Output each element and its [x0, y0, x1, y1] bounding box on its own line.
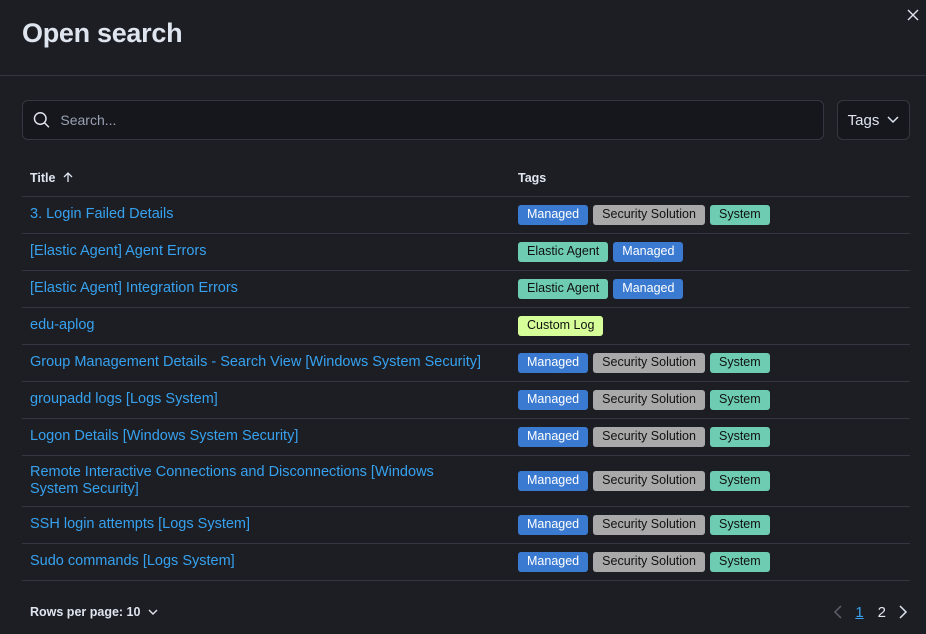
next-page-icon[interactable] — [898, 605, 908, 619]
tag-badge-security[interactable]: Security Solution — [593, 426, 705, 447]
page-2-link[interactable]: 2 — [876, 604, 888, 621]
tag-badge-security[interactable]: Security Solution — [593, 551, 705, 572]
title-cell: 3. Login Failed Details — [22, 196, 510, 234]
column-header-title[interactable]: Title — [22, 160, 510, 197]
tag-badge-security[interactable]: Security Solution — [593, 514, 705, 535]
table-row: 3. Login Failed Details Managed Security … — [22, 196, 910, 234]
column-header-tags: Tags — [510, 160, 910, 197]
rows-per-page-button[interactable]: Rows per page: 10 — [30, 605, 158, 619]
tags-filter-button[interactable]: Tags — [837, 100, 910, 140]
table-row: [Elastic Agent] Agent Errors Elastic Agen… — [22, 233, 910, 271]
table-row: SSH login attempts [Logs System] Managed … — [22, 506, 910, 544]
table-row: Remote Interactive Connections and Disco… — [22, 455, 910, 507]
title-cell: Logon Details [Windows System Security] — [22, 418, 510, 456]
table-row: Group Management Details - Search View [… — [22, 344, 910, 382]
saved-search-link[interactable]: 3. Login Failed Details — [30, 206, 173, 223]
chevron-down-icon — [887, 116, 899, 124]
title-cell: groupadd logs [Logs System] — [22, 381, 510, 419]
saved-search-link[interactable]: groupadd logs [Logs System] — [30, 391, 218, 408]
tag-badge-managed[interactable]: Managed — [613, 241, 684, 262]
page-1-link[interactable]: 1 — [853, 604, 865, 621]
tags-cell: Managed Security Solution System — [510, 418, 910, 456]
tags-cell: Custom Log — [510, 307, 910, 345]
previous-page-icon[interactable] — [833, 605, 843, 619]
tag-badge-system[interactable]: System — [710, 514, 770, 535]
saved-search-link[interactable]: Remote Interactive Connections and Disco… — [30, 464, 470, 498]
tag-badge-managed[interactable]: Managed — [518, 426, 589, 447]
table-footer: Rows per page: 10 1 2 — [30, 600, 908, 624]
close-button[interactable] — [904, 6, 922, 24]
table-row: [Elastic Agent] Integration Errors Elasti… — [22, 270, 910, 308]
tag-badge-system[interactable]: System — [710, 352, 770, 373]
tag-badge-custom[interactable]: Custom Log — [518, 315, 604, 336]
pagination: 1 2 — [833, 604, 908, 621]
tag-badge-managed[interactable]: Managed — [518, 514, 589, 535]
tag-badge-system[interactable]: System — [710, 551, 770, 572]
tags-cell: Managed Security Solution System — [510, 506, 910, 544]
table-row: Sudo commands [Logs System] Managed Secur… — [22, 543, 910, 581]
tags-cell: Managed Security Solution System — [510, 196, 910, 234]
tag-badge-security[interactable]: Security Solution — [593, 352, 705, 373]
tag-badge-elastic[interactable]: Elastic Agent — [518, 241, 609, 262]
saved-search-link[interactable]: SSH login attempts [Logs System] — [30, 516, 250, 533]
title-cell: Remote Interactive Connections and Disco… — [22, 455, 510, 507]
rows-per-page-label: Rows per page: 10 — [30, 605, 141, 619]
tag-badge-managed[interactable]: Managed — [518, 352, 589, 373]
saved-search-link[interactable]: Group Management Details - Search View [… — [30, 354, 481, 371]
tags-cell: Managed Security Solution System — [510, 344, 910, 382]
tag-badge-system[interactable]: System — [710, 204, 770, 225]
search-input[interactable] — [60, 112, 823, 128]
title-cell: edu-aplog — [22, 307, 510, 345]
table-header-row: Title Tags — [22, 160, 910, 197]
search-icon — [33, 112, 50, 128]
saved-search-table: Title Tags 3. Login Failed Details Manage… — [22, 160, 910, 581]
tag-badge-system[interactable]: System — [710, 426, 770, 447]
search-row: Tags — [22, 100, 910, 140]
table-body: 3. Login Failed Details Managed Security … — [22, 196, 910, 581]
sort-ascending-icon — [63, 171, 73, 182]
tag-badge-security[interactable]: Security Solution — [593, 470, 705, 491]
chevron-down-icon — [148, 609, 158, 615]
tags-cell: Elastic Agent Managed — [510, 233, 910, 271]
tags-cell: Managed Security Solution System — [510, 455, 910, 507]
modal-title: Open search — [22, 18, 183, 48]
saved-search-link[interactable]: [Elastic Agent] Agent Errors — [30, 243, 207, 260]
table-row: Logon Details [Windows System Security] M… — [22, 418, 910, 456]
tags-cell: Managed Security Solution System — [510, 381, 910, 419]
saved-search-link[interactable]: Logon Details [Windows System Security] — [30, 428, 298, 445]
saved-search-link[interactable]: [Elastic Agent] Integration Errors — [30, 280, 238, 297]
tag-badge-managed[interactable]: Managed — [518, 470, 589, 491]
saved-search-link[interactable]: edu-aplog — [30, 317, 95, 334]
saved-search-link[interactable]: Sudo commands [Logs System] — [30, 553, 235, 570]
table-row: groupadd logs [Logs System] Managed Secur… — [22, 381, 910, 419]
tag-badge-managed[interactable]: Managed — [518, 551, 589, 572]
tag-badge-managed[interactable]: Managed — [613, 278, 684, 299]
tag-badge-system[interactable]: System — [710, 389, 770, 410]
tag-badge-security[interactable]: Security Solution — [593, 204, 705, 225]
tag-badge-system[interactable]: System — [710, 470, 770, 491]
title-cell: SSH login attempts [Logs System] — [22, 506, 510, 544]
tag-badge-security[interactable]: Security Solution — [593, 389, 705, 410]
title-cell: [Elastic Agent] Integration Errors — [22, 270, 510, 308]
tag-badge-elastic[interactable]: Elastic Agent — [518, 278, 609, 299]
modal-header: Open search — [0, 0, 926, 76]
close-icon — [907, 9, 919, 21]
tags-cell: Elastic Agent Managed — [510, 270, 910, 308]
tags-filter-label: Tags — [847, 111, 880, 129]
tag-badge-managed[interactable]: Managed — [518, 204, 589, 225]
tags-cell: Managed Security Solution System — [510, 543, 910, 581]
search-box[interactable] — [22, 100, 824, 140]
tag-badge-managed[interactable]: Managed — [518, 389, 589, 410]
title-cell: [Elastic Agent] Agent Errors — [22, 233, 510, 271]
table-row: edu-aplog Custom Log — [22, 307, 910, 345]
title-cell: Group Management Details - Search View [… — [22, 344, 510, 382]
title-cell: Sudo commands [Logs System] — [22, 543, 510, 581]
